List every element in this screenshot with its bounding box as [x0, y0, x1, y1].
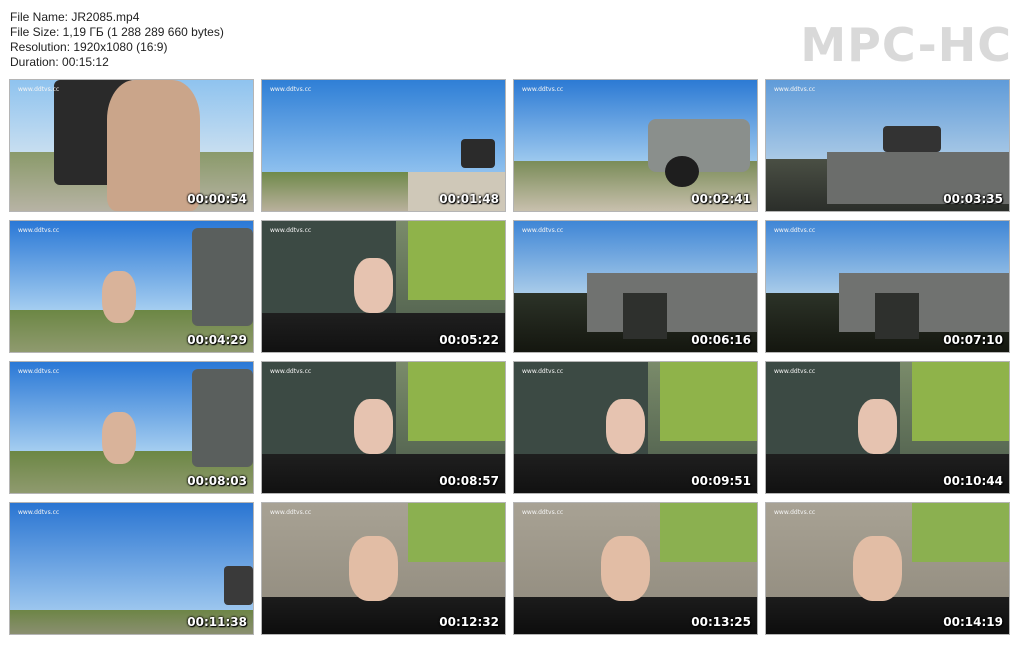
thumbnail-timestamp: 00:00:54	[187, 192, 247, 206]
scene-shape	[407, 503, 505, 562]
video-thumbnail[interactable]: www.ddtvs.cc 00:08:03	[9, 361, 254, 494]
scene-shape	[659, 362, 757, 441]
video-thumbnail[interactable]: www.ddtvs.cc 00:14:19	[765, 502, 1010, 635]
thumbnail-watermark: www.ddtvs.cc	[270, 227, 312, 234]
thumbnail-timestamp: 00:08:57	[439, 474, 499, 488]
scene-shape	[659, 503, 757, 562]
thumbnail-watermark: www.ddtvs.cc	[18, 368, 60, 375]
thumbnail-watermark: www.ddtvs.cc	[18, 227, 60, 234]
video-thumbnail[interactable]: www.ddtvs.cc 00:12:32	[261, 502, 506, 635]
thumbnail-timestamp: 00:13:25	[691, 615, 751, 629]
thumbnail-watermark: www.ddtvs.cc	[270, 86, 312, 93]
thumbnail-watermark: www.ddtvs.cc	[774, 368, 816, 375]
thumbnail-timestamp: 00:02:41	[691, 192, 751, 206]
scene-shape	[407, 362, 505, 441]
scene-shape	[407, 221, 505, 300]
thumbnail-timestamp: 00:11:38	[187, 615, 247, 629]
thumbnail-watermark: www.ddtvs.cc	[18, 86, 60, 93]
video-thumbnail[interactable]: www.ddtvs.cc 00:11:38	[9, 502, 254, 635]
thumbnail-watermark: www.ddtvs.cc	[774, 227, 816, 234]
scene-shape	[192, 227, 253, 326]
scene-shape	[606, 398, 646, 454]
video-thumbnail[interactable]: www.ddtvs.cc 00:04:29	[9, 220, 254, 353]
resolution: Resolution: 1920x1080 (16:9)	[10, 40, 168, 54]
scene-shape	[623, 293, 668, 339]
thumbnail-timestamp: 00:01:48	[439, 192, 499, 206]
video-thumbnail[interactable]: www.ddtvs.cc 00:07:10	[765, 220, 1010, 353]
thumbnail-watermark: www.ddtvs.cc	[522, 509, 564, 516]
scene-shape	[664, 155, 699, 188]
scene-shape	[647, 119, 750, 172]
video-thumbnail[interactable]: www.ddtvs.cc 00:03:35	[765, 79, 1010, 212]
thumbnail-watermark: www.ddtvs.cc	[270, 368, 312, 375]
thumbnail-watermark: www.ddtvs.cc	[774, 86, 816, 93]
scene-shape	[102, 270, 137, 324]
thumbnail-timestamp: 00:08:03	[187, 474, 247, 488]
scene-shape	[102, 411, 137, 465]
scene-shape	[349, 535, 399, 602]
video-thumbnail[interactable]: www.ddtvs.cc 00:02:41	[513, 79, 758, 212]
duration: Duration: 00:15:12	[10, 55, 109, 69]
video-thumbnail[interactable]: www.ddtvs.cc 00:00:54	[9, 79, 254, 212]
file-info: File Name: JR2085.mp4 File Size: 1,19 ГБ…	[10, 10, 224, 70]
file-name: File Name: JR2085.mp4	[10, 10, 140, 24]
scene-shape	[107, 80, 200, 211]
thumbnail-timestamp: 00:06:16	[691, 333, 751, 347]
thumbnail-watermark: www.ddtvs.cc	[774, 509, 816, 516]
thumbnail-timestamp: 00:14:19	[943, 615, 1003, 629]
video-thumbnail[interactable]: www.ddtvs.cc 00:13:25	[513, 502, 758, 635]
thumbnail-timestamp: 00:03:35	[943, 192, 1003, 206]
thumbnail-watermark: www.ddtvs.cc	[522, 227, 564, 234]
scene-shape	[586, 273, 757, 333]
thumbnail-background	[10, 503, 253, 611]
scene-shape	[858, 398, 898, 454]
scene-shape	[354, 257, 394, 313]
scene-shape	[853, 535, 903, 602]
mpc-hc-logo: MPC-HC	[800, 18, 1012, 72]
video-thumbnail[interactable]: www.ddtvs.cc 00:05:22	[261, 220, 506, 353]
thumbnail-timestamp: 00:12:32	[439, 615, 499, 629]
scene-shape	[911, 362, 1009, 441]
video-thumbnail[interactable]: www.ddtvs.cc 00:10:44	[765, 361, 1010, 494]
scene-shape	[354, 398, 394, 454]
thumbnail-timestamp: 00:05:22	[439, 333, 499, 347]
scene-shape	[223, 565, 253, 606]
scene-shape	[911, 503, 1009, 562]
thumbnail-watermark: www.ddtvs.cc	[522, 368, 564, 375]
scene-shape	[875, 293, 920, 339]
scene-shape	[838, 273, 1009, 333]
scene-shape	[882, 125, 941, 153]
scene-shape	[461, 138, 496, 168]
video-thumbnail[interactable]: www.ddtvs.cc 00:06:16	[513, 220, 758, 353]
scene-shape	[601, 535, 651, 602]
thumbnail-watermark: www.ddtvs.cc	[522, 86, 564, 93]
video-thumbnail[interactable]: www.ddtvs.cc 00:08:57	[261, 361, 506, 494]
video-thumbnail[interactable]: www.ddtvs.cc 00:09:51	[513, 361, 758, 494]
thumbnail-timestamp: 00:04:29	[187, 333, 247, 347]
scene-shape	[192, 368, 253, 467]
thumbnail-grid: www.ddtvs.cc 00:00:54 www.ddtvs.cc 00:01:48…	[9, 79, 1010, 635]
thumbnail-timestamp: 00:10:44	[943, 474, 1003, 488]
video-thumbnail[interactable]: www.ddtvs.cc 00:01:48	[261, 79, 506, 212]
thumbnail-timestamp: 00:07:10	[943, 333, 1003, 347]
thumbnail-watermark: www.ddtvs.cc	[18, 509, 60, 516]
file-size: File Size: 1,19 ГБ (1 288 289 660 bytes)	[10, 25, 224, 39]
thumbnail-timestamp: 00:09:51	[691, 474, 751, 488]
thumbnail-watermark: www.ddtvs.cc	[270, 509, 312, 516]
